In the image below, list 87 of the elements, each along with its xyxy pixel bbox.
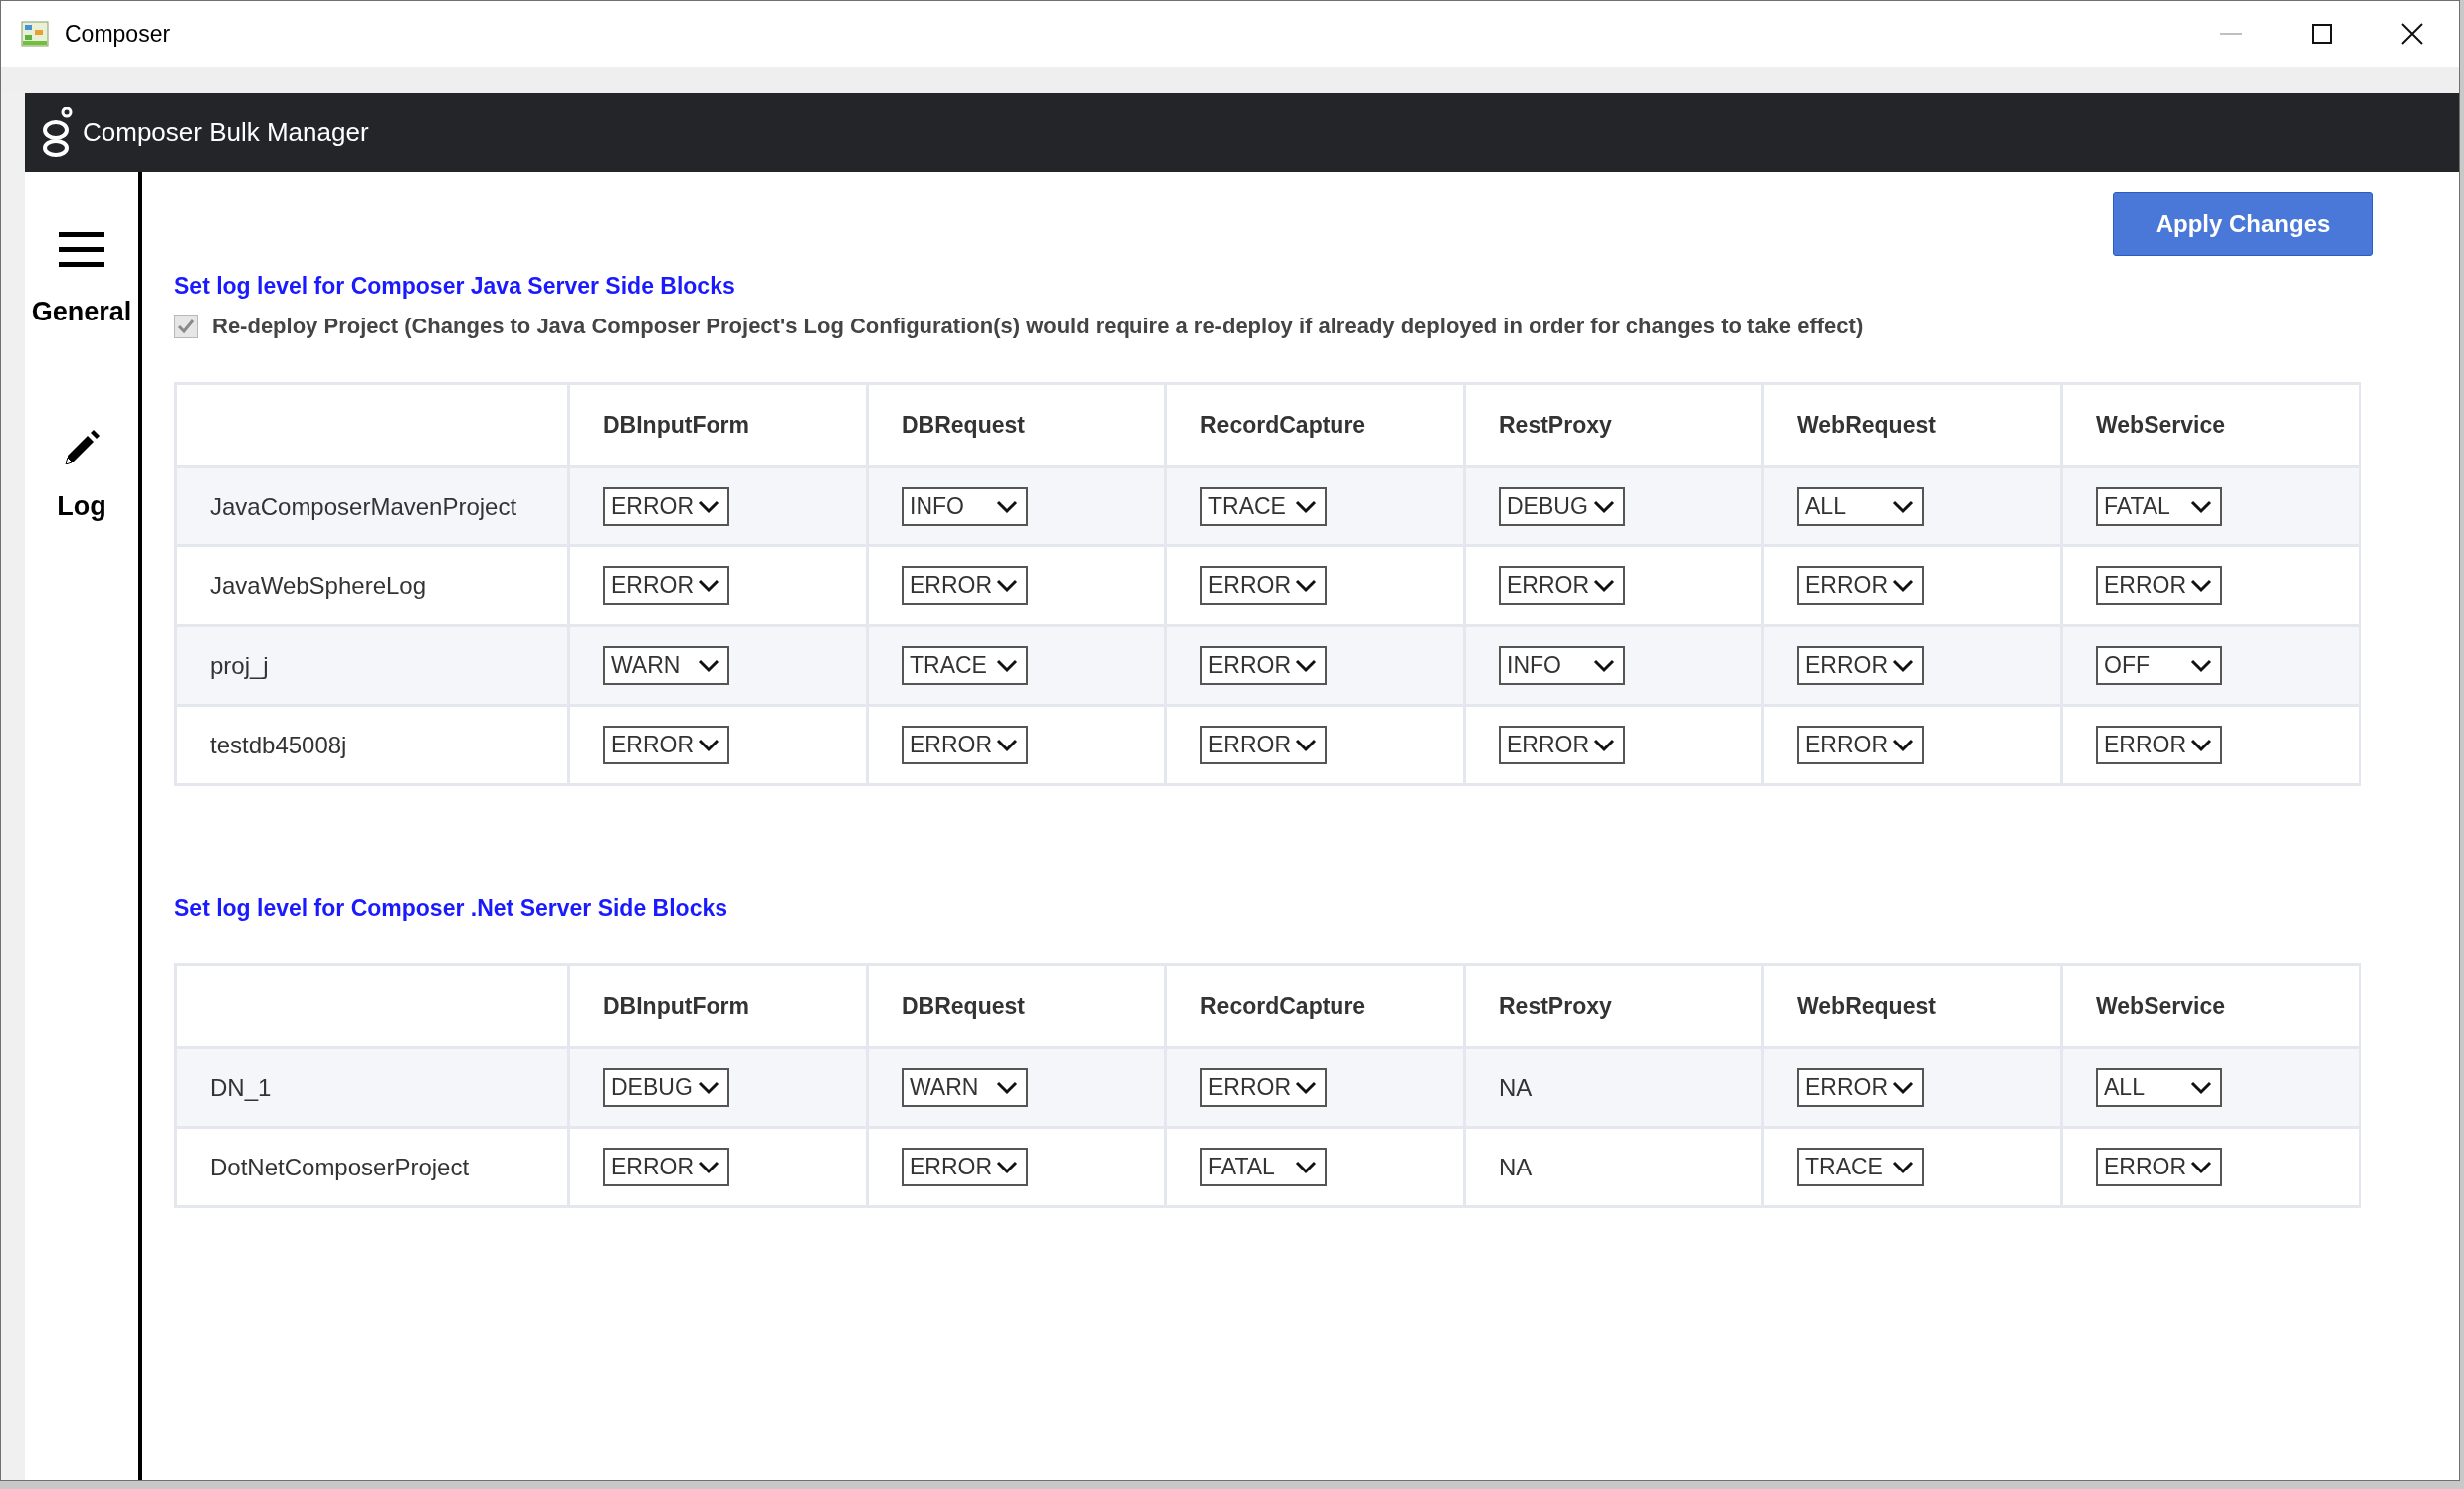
row-label: JavaComposerMavenProject bbox=[177, 465, 567, 544]
log-level-dropdown[interactable]: DEBUG bbox=[1499, 487, 1625, 526]
chevron-down-icon bbox=[1892, 578, 1914, 593]
chevron-down-icon bbox=[698, 1160, 719, 1174]
cell-text: NA bbox=[1499, 1072, 1533, 1103]
log-level-dropdown[interactable]: ERROR bbox=[2096, 1148, 2222, 1186]
log-level-dropdown[interactable]: ERROR bbox=[1200, 1068, 1327, 1107]
nav-item[interactable]: General bbox=[31, 292, 132, 332]
chevron-down-icon bbox=[698, 1080, 719, 1095]
chevron-down-icon bbox=[1295, 1160, 1317, 1174]
log-level-dropdown[interactable]: INFO bbox=[1499, 646, 1625, 685]
log-level-dropdown[interactable]: ERROR bbox=[902, 566, 1028, 605]
chevron-down-icon bbox=[1295, 499, 1317, 514]
apply-changes-button[interactable]: Apply Changes bbox=[2113, 192, 2373, 256]
logo-icon bbox=[41, 107, 75, 157]
section-title: Set log level for Composer .Net Server Side Blocks bbox=[174, 894, 729, 923]
log-level-dropdown[interactable]: ERROR bbox=[2096, 566, 2222, 605]
menu-icon bbox=[59, 230, 104, 270]
close-icon[interactable] bbox=[2401, 23, 2423, 45]
chevron-down-icon bbox=[2190, 499, 2212, 514]
chevron-down-icon bbox=[698, 499, 719, 514]
log-level-dropdown[interactable]: ERROR bbox=[1200, 726, 1327, 764]
chevron-down-icon bbox=[996, 1160, 1018, 1174]
app-icon bbox=[21, 21, 49, 47]
chevron-down-icon bbox=[2190, 1160, 2212, 1174]
pencil-icon bbox=[64, 427, 100, 464]
log-level-dropdown[interactable]: DEBUG bbox=[603, 1068, 729, 1107]
log-level-dropdown[interactable]: FATAL bbox=[1200, 1148, 1327, 1186]
log-level-dropdown[interactable]: ERROR bbox=[1200, 646, 1327, 685]
chevron-down-icon bbox=[1892, 738, 1914, 752]
log-level-dropdown[interactable]: ERROR bbox=[603, 566, 729, 605]
chevron-down-icon bbox=[2190, 578, 2212, 593]
chevron-down-icon bbox=[698, 738, 719, 752]
app-title: Composer Bulk Manager bbox=[83, 115, 369, 149]
log-level-dropdown[interactable]: ERROR bbox=[603, 1148, 729, 1186]
log-level-dropdown[interactable]: ERROR bbox=[1797, 566, 1924, 605]
chevron-down-icon bbox=[1593, 658, 1615, 673]
cell-text: NA bbox=[1499, 1152, 1533, 1182]
log-level-dropdown[interactable]: WARN bbox=[603, 646, 729, 685]
chevron-down-icon bbox=[698, 578, 719, 593]
log-level-dropdown[interactable]: ALL bbox=[2096, 1068, 2222, 1107]
chevron-down-icon bbox=[1892, 499, 1914, 514]
log-level-dropdown[interactable]: ERROR bbox=[603, 487, 729, 526]
row-label: DN_1 bbox=[177, 1046, 567, 1126]
chevron-down-icon bbox=[1593, 738, 1615, 752]
chevron-down-icon bbox=[996, 738, 1018, 752]
log-level-dropdown[interactable]: TRACE bbox=[902, 646, 1028, 685]
chevron-down-icon bbox=[996, 1080, 1018, 1095]
log-level-dropdown[interactable]: ERROR bbox=[1499, 566, 1625, 605]
chevron-down-icon bbox=[1593, 578, 1615, 593]
log-level-dropdown[interactable]: ERROR bbox=[1499, 726, 1625, 764]
chevron-down-icon bbox=[1892, 1080, 1914, 1095]
log-level-dropdown[interactable]: INFO bbox=[902, 487, 1028, 526]
log-level-dropdown[interactable]: ERROR bbox=[603, 726, 729, 764]
chevron-down-icon bbox=[2190, 738, 2212, 752]
log-level-dropdown[interactable]: ALL bbox=[1797, 487, 1924, 526]
chevron-down-icon bbox=[1892, 1160, 1914, 1174]
log-level-dropdown[interactable]: ERROR bbox=[1797, 646, 1924, 685]
chevron-down-icon bbox=[1892, 658, 1914, 673]
log-level-dropdown[interactable]: TRACE bbox=[1200, 487, 1327, 526]
log-level-dropdown[interactable]: ERROR bbox=[902, 726, 1028, 764]
window-title: Composer bbox=[65, 19, 171, 49]
section-title: Set log level for Composer Java Server Side Blocks bbox=[174, 272, 736, 301]
log-level-dropdown[interactable]: TRACE bbox=[1797, 1148, 1924, 1186]
chevron-down-icon bbox=[1295, 738, 1317, 752]
chevron-down-icon bbox=[2190, 1080, 2212, 1095]
chevron-down-icon bbox=[698, 658, 719, 673]
row-label: proj_j bbox=[177, 624, 567, 704]
log-level-dropdown[interactable]: ERROR bbox=[2096, 726, 2222, 764]
chevron-down-icon bbox=[1295, 658, 1317, 673]
log-level-dropdown[interactable]: ERROR bbox=[1797, 726, 1924, 764]
log-level-dropdown[interactable]: FATAL bbox=[2096, 487, 2222, 526]
log-level-dropdown[interactable]: ERROR bbox=[1200, 566, 1327, 605]
maximize-icon[interactable] bbox=[2312, 24, 2332, 44]
log-level-dropdown[interactable]: ERROR bbox=[902, 1148, 1028, 1186]
chevron-down-icon bbox=[996, 578, 1018, 593]
chevron-down-icon bbox=[996, 658, 1018, 673]
checkbox-label: Re-deploy Project (Changes to Java Composer Project's Log Configuration(s) would require a re-deploy if already deployed in order for changes to take effect) bbox=[212, 313, 1864, 340]
log-level-dropdown[interactable]: ERROR bbox=[1797, 1068, 1924, 1107]
chevron-down-icon bbox=[1295, 578, 1317, 593]
log-level-dropdown[interactable]: OFF bbox=[2096, 646, 2222, 685]
nav-item[interactable]: Log bbox=[57, 485, 106, 526]
chevron-down-icon bbox=[996, 499, 1018, 514]
chevron-down-icon bbox=[2190, 658, 2212, 673]
log-level-dropdown[interactable]: WARN bbox=[902, 1068, 1028, 1107]
chevron-down-icon bbox=[1593, 499, 1615, 514]
chevron-down-icon bbox=[1295, 1080, 1317, 1095]
